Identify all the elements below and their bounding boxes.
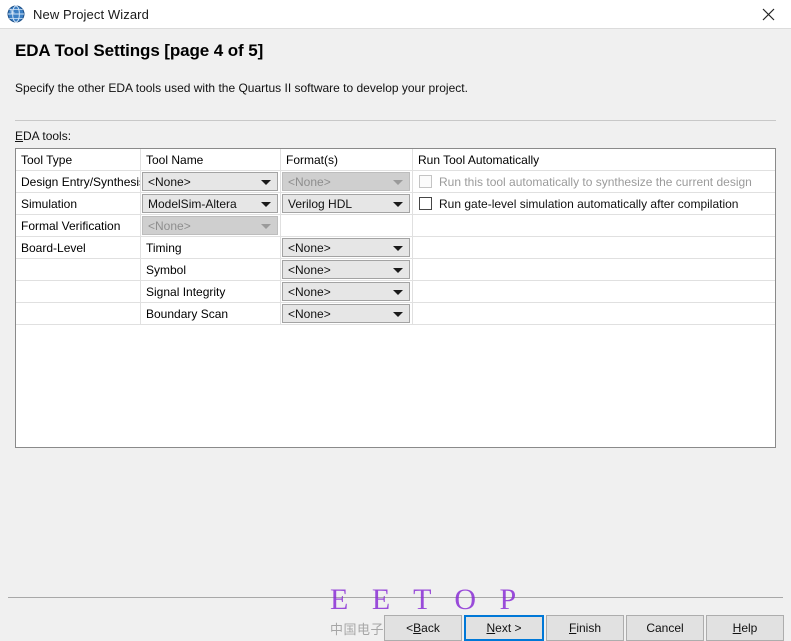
eda-tools-label: EDA tools: bbox=[15, 129, 71, 143]
footer-divider bbox=[8, 597, 783, 598]
chevron-down-icon bbox=[261, 223, 271, 229]
chevron-down-icon bbox=[393, 267, 403, 273]
tool-name-combo-formal-verification[interactable]: <None> bbox=[142, 216, 278, 235]
table-row: Formal Verification <None> bbox=[16, 214, 775, 237]
page-title: EDA Tool Settings [page 4 of 5] bbox=[15, 41, 264, 60]
column-header-run-tool-automatically: Run Tool Automatically bbox=[418, 152, 540, 167]
chevron-down-icon bbox=[261, 201, 271, 207]
eda-tools-label-rest: DA tools: bbox=[23, 129, 72, 143]
column-header-tool-type: Tool Type bbox=[21, 152, 73, 167]
run-auto-checkbox-design-entry[interactable] bbox=[419, 175, 432, 188]
format-combo-timing-value: <None> bbox=[288, 240, 331, 255]
run-auto-checkbox-simulation[interactable] bbox=[419, 197, 432, 210]
format-combo-symbol[interactable]: <None> bbox=[282, 260, 410, 279]
row-label-board-level: Board-Level bbox=[21, 240, 86, 255]
column-header-formats: Format(s) bbox=[286, 152, 338, 167]
format-combo-design-entry-value: <None> bbox=[288, 174, 331, 189]
window-titlebar: New Project Wizard bbox=[0, 0, 791, 29]
subrow-label-timing: Timing bbox=[146, 240, 182, 255]
format-combo-timing[interactable]: <None> bbox=[282, 238, 410, 257]
finish-button-accel: F bbox=[568, 621, 577, 635]
back-button-pre: < bbox=[406, 621, 414, 635]
next-button-post: ext > bbox=[495, 621, 522, 635]
watermark-main-text: E E T O P bbox=[330, 583, 525, 616]
cancel-button[interactable]: Cancel bbox=[626, 615, 704, 641]
page-subtitle: Specify the other EDA tools used with th… bbox=[15, 81, 468, 95]
format-combo-signal-integrity-value: <None> bbox=[288, 284, 331, 299]
subrow-label-symbol: Symbol bbox=[146, 262, 187, 277]
format-combo-symbol-value: <None> bbox=[288, 262, 331, 277]
tool-name-combo-formal-verification-value: <None> bbox=[148, 218, 191, 233]
format-combo-boundary-scan[interactable]: <None> bbox=[282, 304, 410, 323]
run-auto-label-design-entry: Run this tool automatically to synthesiz… bbox=[439, 174, 752, 189]
subrow-label-signal-integrity: Signal Integrity bbox=[146, 284, 226, 299]
table-row: Simulation ModelSim-Altera Verilog HDL R… bbox=[16, 192, 775, 215]
row-label-simulation: Simulation bbox=[21, 196, 78, 211]
help-button[interactable]: Help bbox=[706, 615, 784, 641]
tool-name-combo-simulation[interactable]: ModelSim-Altera bbox=[142, 194, 278, 213]
close-icon[interactable] bbox=[745, 0, 791, 28]
run-auto-row-design-entry[interactable]: Run this tool automatically to synthesiz… bbox=[413, 171, 775, 192]
format-combo-design-entry[interactable]: <None> bbox=[282, 172, 410, 191]
format-combo-signal-integrity[interactable]: <None> bbox=[282, 282, 410, 301]
table-row: Symbol <None> bbox=[16, 258, 775, 281]
tool-name-combo-design-entry-value: <None> bbox=[148, 174, 191, 189]
table-row: Board-Level Timing <None> bbox=[16, 236, 775, 259]
table-row: Signal Integrity <None> bbox=[16, 280, 775, 303]
row-label-design-entry-synthesis: Design Entry/Synthesis bbox=[21, 174, 141, 189]
table-row: Design Entry/Synthesis <None> <None> Run… bbox=[16, 170, 775, 193]
chevron-down-icon bbox=[393, 289, 403, 295]
header-divider bbox=[15, 120, 776, 121]
finish-button[interactable]: Finish bbox=[546, 615, 624, 641]
chevron-down-icon bbox=[393, 179, 403, 185]
tool-name-combo-simulation-value: ModelSim-Altera bbox=[148, 196, 237, 211]
back-button-post: ack bbox=[421, 621, 440, 635]
next-button-accel: N bbox=[486, 621, 496, 635]
back-button[interactable]: < Back bbox=[384, 615, 462, 641]
format-combo-simulation[interactable]: Verilog HDL bbox=[282, 194, 410, 213]
table-header-row: Tool Type Tool Name Format(s) Run Tool A… bbox=[16, 149, 775, 171]
chevron-down-icon bbox=[261, 179, 271, 185]
eda-tools-table: Tool Type Tool Name Format(s) Run Tool A… bbox=[15, 148, 776, 448]
subrow-label-boundary-scan: Boundary Scan bbox=[146, 306, 229, 321]
tool-name-combo-design-entry[interactable]: <None> bbox=[142, 172, 278, 191]
help-button-post: elp bbox=[741, 621, 758, 635]
wizard-button-bar: < Back Next > Finish Cancel Help bbox=[0, 615, 791, 641]
row-label-formal-verification: Formal Verification bbox=[21, 218, 121, 233]
format-combo-boundary-scan-value: <None> bbox=[288, 306, 331, 321]
chevron-down-icon bbox=[393, 311, 403, 317]
window-title: New Project Wizard bbox=[33, 6, 149, 22]
next-button[interactable]: Next > bbox=[464, 615, 544, 641]
eda-tools-label-accel: E bbox=[15, 129, 24, 143]
run-auto-row-simulation[interactable]: Run gate-level simulation automatically … bbox=[413, 193, 775, 214]
run-auto-label-simulation: Run gate-level simulation automatically … bbox=[439, 196, 739, 211]
help-button-accel: H bbox=[732, 621, 742, 635]
cancel-button-label: Cancel bbox=[646, 621, 684, 635]
wizard-page: EDA Tool Settings [page 4 of 5] Specify … bbox=[0, 29, 791, 641]
format-combo-simulation-value: Verilog HDL bbox=[288, 196, 353, 211]
table-row: Boundary Scan <None> bbox=[16, 302, 775, 325]
quartus-globe-icon bbox=[7, 5, 25, 23]
finish-button-post: inish bbox=[576, 621, 602, 635]
back-button-accel: B bbox=[413, 621, 422, 635]
column-header-tool-name: Tool Name bbox=[146, 152, 204, 167]
chevron-down-icon bbox=[393, 201, 403, 207]
chevron-down-icon bbox=[393, 245, 403, 251]
